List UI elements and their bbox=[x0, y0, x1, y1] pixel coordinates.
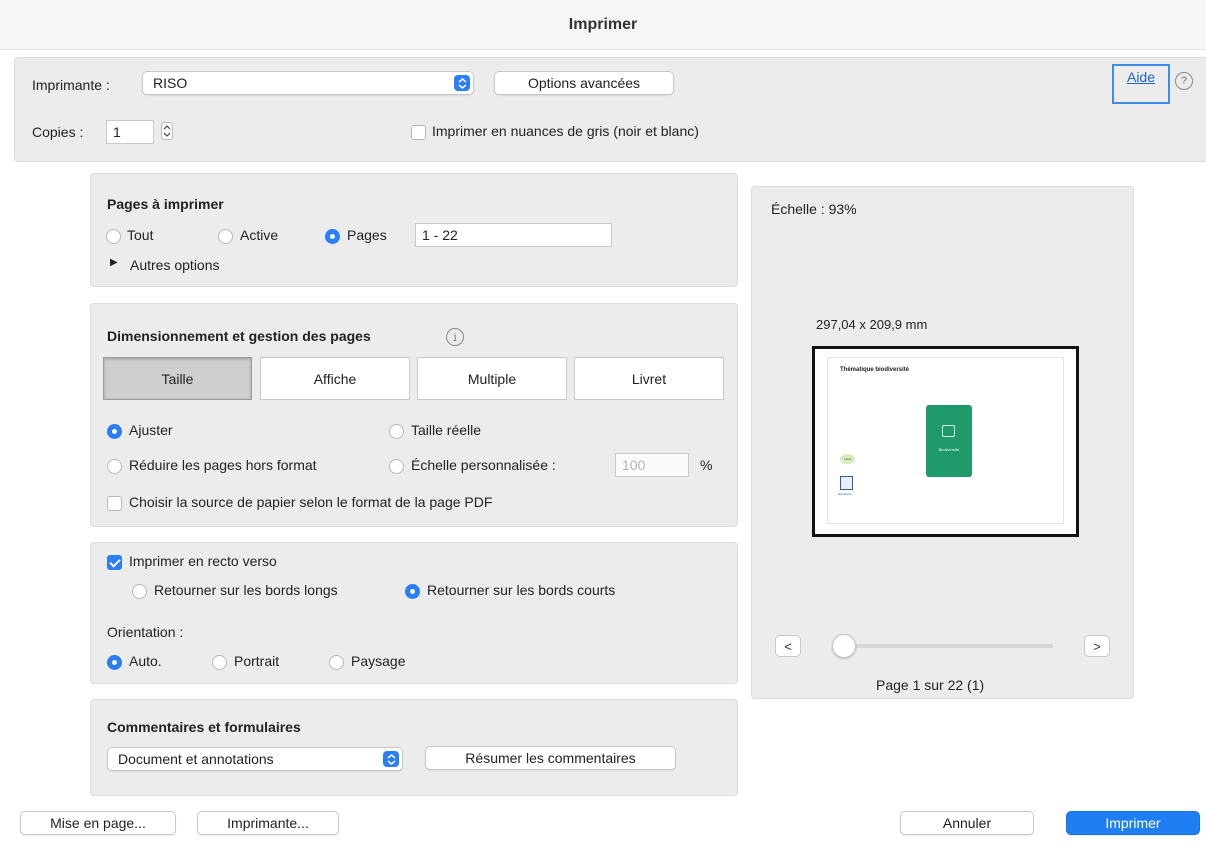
orientation-portrait-label: Portrait bbox=[234, 653, 280, 669]
long-edge-radio[interactable] bbox=[132, 584, 147, 599]
short-edge-label: Retourner sur les bords courts bbox=[427, 582, 616, 598]
printer-select[interactable]: RISO bbox=[142, 71, 474, 95]
doc-heading: Thématique biodiversité bbox=[840, 367, 910, 373]
label-badge: Label bbox=[840, 454, 855, 464]
scale-text: Échelle : 93% bbox=[771, 201, 857, 217]
page-size-text: 297,04 x 209,9 mm bbox=[816, 317, 928, 332]
title-bar: Imprimer bbox=[0, 0, 1206, 50]
stepper-arrows-icon bbox=[161, 122, 173, 140]
print-button[interactable]: Imprimer bbox=[1066, 811, 1200, 835]
fit-radio[interactable] bbox=[107, 424, 122, 439]
orientation-auto-radio[interactable] bbox=[107, 655, 122, 670]
comments-select[interactable]: Document et annotations bbox=[107, 747, 403, 771]
updown-arrows-icon bbox=[383, 751, 399, 767]
fit-label: Ajuster bbox=[129, 422, 173, 438]
card-label: Biodiversité bbox=[938, 447, 960, 452]
tab-multiple[interactable]: Multiple bbox=[417, 357, 567, 400]
orientation-landscape-label: Paysage bbox=[351, 653, 406, 669]
sizing-section-title: Dimensionnement et gestion des pages bbox=[107, 328, 371, 344]
long-edge-label: Retourner sur les bords longs bbox=[154, 582, 338, 598]
help-icon[interactable]: ? bbox=[1175, 72, 1193, 90]
orientation-auto-label: Auto. bbox=[129, 653, 162, 669]
page-slider-track[interactable] bbox=[833, 644, 1053, 648]
help-link[interactable]: Aide bbox=[1112, 64, 1170, 104]
pages-section-title: Pages à imprimer bbox=[107, 196, 224, 212]
updown-arrows-icon bbox=[454, 75, 470, 91]
pages-all-label: Tout bbox=[127, 227, 154, 243]
previous-page-button[interactable]: < bbox=[775, 635, 801, 657]
grayscale-checkbox[interactable] bbox=[411, 125, 426, 140]
tab-livret[interactable]: Livret bbox=[574, 357, 724, 400]
printer-selected-value: RISO bbox=[153, 75, 188, 91]
copies-label: Copies : bbox=[32, 124, 84, 140]
comments-section-title: Commentaires et formulaires bbox=[107, 719, 301, 735]
leaf-icon bbox=[942, 425, 955, 437]
page-setup-button[interactable]: Mise en page... bbox=[20, 811, 176, 835]
page-slider-knob[interactable] bbox=[832, 634, 856, 658]
window-title: Imprimer bbox=[568, 15, 638, 33]
copies-field[interactable]: 1 bbox=[106, 120, 154, 144]
custom-scale-unit: % bbox=[700, 457, 713, 473]
duplex-checkbox[interactable] bbox=[107, 555, 122, 570]
next-page-button[interactable]: > bbox=[1084, 635, 1110, 657]
page-thumbnail: Thématique biodiversité Biodiversité Lab… bbox=[827, 357, 1064, 524]
cancel-button[interactable]: Annuler bbox=[900, 811, 1034, 835]
shrink-radio[interactable] bbox=[107, 459, 122, 474]
pages-range-input[interactable]: 1 - 22 bbox=[415, 223, 612, 247]
page-preview: Thématique biodiversité Biodiversité Lab… bbox=[812, 346, 1079, 537]
orientation-label: Orientation : bbox=[107, 624, 184, 640]
advanced-options-button[interactable]: Options avancées bbox=[494, 71, 674, 95]
eco-school-logo bbox=[840, 476, 853, 490]
custom-scale-label: Échelle personnalisée : bbox=[411, 457, 556, 473]
biodiversity-card: Biodiversité bbox=[926, 405, 972, 477]
pages-all-radio[interactable] bbox=[106, 229, 121, 244]
grayscale-label: Imprimer en nuances de gris (noir et bla… bbox=[432, 123, 699, 139]
orientation-landscape-radio[interactable] bbox=[329, 655, 344, 670]
logo-text: Eco-École bbox=[838, 492, 852, 496]
tab-affiche[interactable]: Affiche bbox=[260, 357, 410, 400]
summarize-comments-button[interactable]: Résumer les commentaires bbox=[425, 746, 676, 770]
pages-active-radio[interactable] bbox=[218, 229, 233, 244]
printer-button[interactable]: Imprimante... bbox=[197, 811, 339, 835]
disclosure-triangle-icon[interactable]: ▶ bbox=[110, 257, 118, 268]
pages-active-label: Active bbox=[240, 227, 279, 243]
printer-label: Imprimante : bbox=[32, 77, 110, 93]
more-options-label[interactable]: Autres options bbox=[130, 257, 220, 273]
pages-range-label: Pages bbox=[347, 227, 387, 243]
copies-stepper[interactable] bbox=[158, 119, 176, 143]
custom-scale-input[interactable]: 100 bbox=[615, 453, 689, 477]
comments-selected-value: Document et annotations bbox=[118, 751, 274, 767]
short-edge-radio[interactable] bbox=[405, 584, 420, 599]
duplex-label: Imprimer en recto verso bbox=[129, 553, 277, 569]
tab-taille[interactable]: Taille bbox=[103, 357, 252, 400]
actual-size-label: Taille réelle bbox=[411, 422, 482, 438]
shrink-label: Réduire les pages hors format bbox=[129, 457, 317, 473]
paper-source-label: Choisir la source de papier selon le for… bbox=[129, 494, 493, 510]
custom-scale-radio[interactable] bbox=[389, 459, 404, 474]
paper-source-checkbox[interactable] bbox=[107, 496, 122, 511]
orientation-portrait-radio[interactable] bbox=[212, 655, 227, 670]
page-indicator: Page 1 sur 22 (1) bbox=[876, 677, 985, 693]
actual-size-radio[interactable] bbox=[389, 424, 404, 439]
info-icon[interactable]: i bbox=[446, 328, 464, 346]
pages-range-radio[interactable] bbox=[325, 229, 340, 244]
